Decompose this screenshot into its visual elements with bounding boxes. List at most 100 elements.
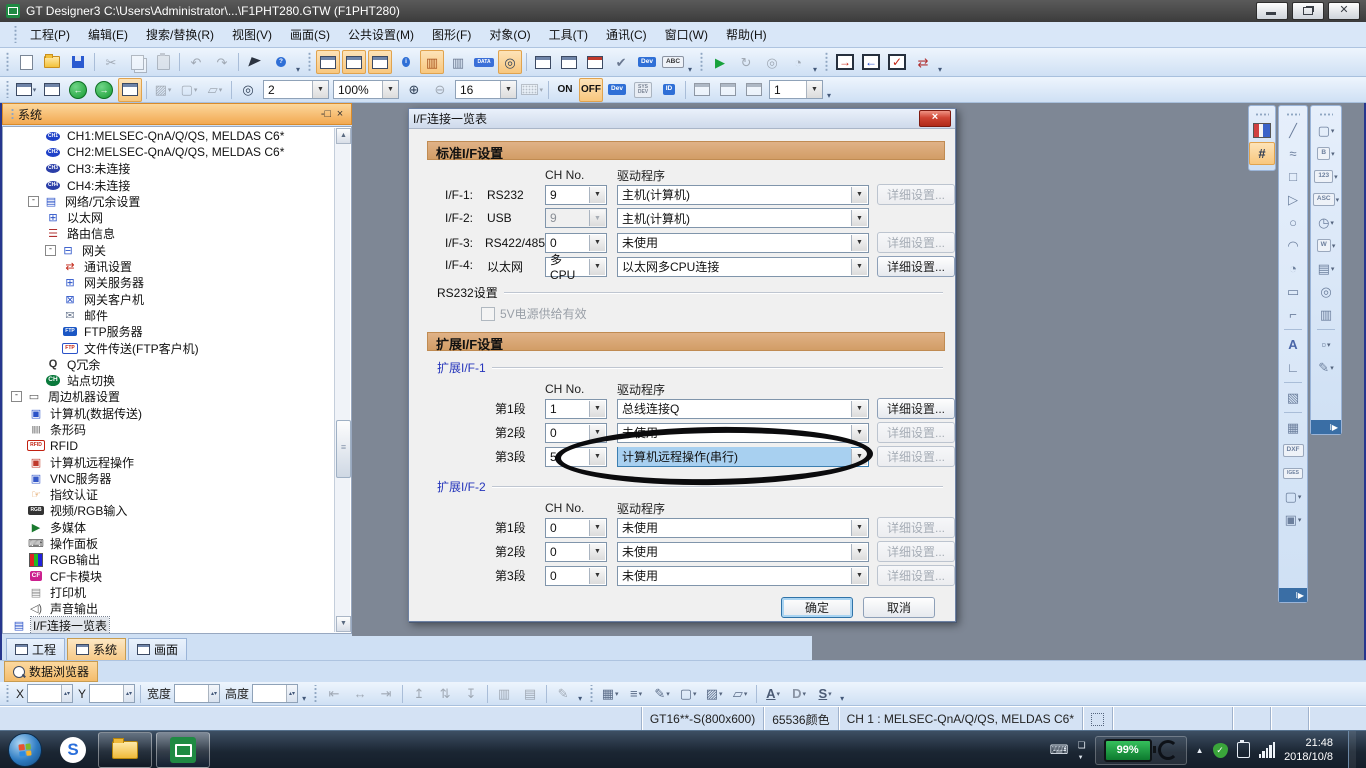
menu-item[interactable]: 画面(S) [281, 25, 339, 45]
toolbar-overflow-icon[interactable]: ▾ [811, 65, 821, 74]
new-project-icon[interactable] [14, 50, 38, 74]
tree-item-routing-info[interactable]: ☰路由信息 [3, 226, 351, 242]
menu-item[interactable]: 通讯(C) [597, 25, 656, 45]
simulator-update-icon[interactable]: ↻ [734, 50, 758, 74]
toolbar-grip[interactable] [699, 52, 704, 72]
layer-select[interactable]: 1▼ [769, 80, 823, 99]
grid-snap-dropdown[interactable]: ▦▾ [598, 682, 622, 706]
tree-item-video-rgb-input[interactable]: RGB视频/RGB输入 [3, 503, 351, 519]
copy-icon[interactable] [125, 50, 149, 74]
scroll-up-icon[interactable]: ▲ [336, 128, 351, 144]
toolbar-overflow-icon[interactable]: ▾ [576, 694, 586, 703]
ext1-stage2-detail-settings-button[interactable]: 详细设置... [877, 422, 955, 443]
dialog-title-bar[interactable]: I/F连接一览表 × [409, 109, 955, 129]
tree-item-comm-settings[interactable]: ⇄通讯设置 [3, 258, 351, 274]
simulator-start-icon[interactable]: ▶ [708, 50, 732, 74]
import-image-icon[interactable]: ▦ [1280, 416, 1306, 439]
new-window-icon[interactable] [531, 50, 555, 74]
if-2-driver-select[interactable]: 主机(计算机)▼ [617, 208, 869, 228]
zoom-select[interactable]: 100%▼ [333, 80, 399, 99]
menu-item[interactable]: 窗口(W) [656, 25, 717, 45]
ext2-stage2-driver-select[interactable]: 未使用▼ [617, 542, 869, 562]
if-4-driver-select[interactable]: 以太网多CPU连接▼ [617, 257, 869, 277]
capture-area-icon[interactable]: ▢▾ [1280, 485, 1306, 508]
alarm-object-icon[interactable]: ▤▾ [1313, 257, 1339, 280]
screen-image-icon[interactable]: ▥ [446, 50, 470, 74]
ext2-stage3-driver-select[interactable]: 未使用▼ [617, 566, 869, 586]
screen-property-window-icon[interactable] [368, 50, 392, 74]
screen-preview-icon[interactable]: ◎ [236, 78, 260, 102]
toolbar-overflow-icon[interactable]: ▾ [825, 91, 835, 100]
screen-number-select[interactable]: 2▼ [263, 80, 329, 99]
close-window-icon[interactable] [583, 50, 607, 74]
menu-item[interactable]: 工具(T) [540, 25, 597, 45]
5v-power-checkbox[interactable] [481, 307, 495, 321]
logo-text-tool-icon[interactable]: ∟ [1280, 356, 1306, 379]
help-icon[interactable]: ? [269, 50, 293, 74]
ext2-stage2-detail-settings-button[interactable]: 详细设置... [877, 541, 955, 562]
tree-item-peripheral-settings[interactable]: -▭周边机器设置 [3, 389, 351, 405]
align-right-icon[interactable]: ⇥ [374, 682, 398, 706]
menu-grip[interactable] [13, 26, 18, 44]
text-tool-icon[interactable]: A [1280, 333, 1306, 356]
tree-item-printer[interactable]: ▤打印机 [3, 584, 351, 600]
undo-icon[interactable]: ↶ [184, 50, 208, 74]
device-display-toggle[interactable]: Dev [605, 78, 629, 102]
window-stack-icon[interactable]: ❏▼ [1078, 740, 1086, 761]
tree-scrollbar[interactable]: ▲ ▼ [334, 128, 350, 632]
ext1-stage2-ch-select[interactable]: 0▼ [545, 423, 607, 443]
cancel-button[interactable]: 取消 [863, 597, 935, 618]
tree-expander-icon[interactable]: - [28, 196, 39, 207]
scroll-thumb[interactable] [336, 420, 351, 478]
sogou-taskbar-icon[interactable]: S [60, 737, 86, 763]
touch-keyboard-icon[interactable]: ⌨ [1050, 742, 1069, 758]
data-browser-tab[interactable]: 数据浏览器 [4, 661, 98, 682]
close-button[interactable]: ✕ [1328, 2, 1360, 20]
polyline-tool-icon[interactable]: ≈ [1280, 142, 1306, 165]
frame-color-dropdown[interactable]: ▢▾ [676, 682, 700, 706]
paint-bucket-dropdown[interactable]: ▱▾ [203, 78, 227, 102]
line-width-dropdown[interactable]: ≡▾ [624, 682, 648, 706]
switch-object-icon[interactable]: ▢▾ [1313, 119, 1339, 142]
tree-item-network-redundancy[interactable]: -▤网络/冗余设置 [3, 193, 351, 209]
show-desktop-button[interactable] [1348, 731, 1356, 768]
lamp-off-toggle[interactable]: OFF [579, 78, 603, 102]
simulator-zoom-icon[interactable]: ◎ [760, 50, 784, 74]
y-position-input[interactable] [89, 684, 135, 703]
panel-tab-画面[interactable]: 画面 [128, 638, 187, 660]
menu-item[interactable]: 搜索/替换(R) [137, 25, 223, 45]
panel-close-icon[interactable]: × [333, 108, 347, 120]
lamp-on-toggle[interactable]: ON [553, 78, 577, 102]
text-check-icon[interactable]: ✔ [609, 50, 633, 74]
tree-item-pc-remote-operation[interactable]: ▣计算机远程操作 [3, 454, 351, 470]
screen-tree-icon[interactable] [316, 50, 340, 74]
start-button[interactable] [8, 733, 42, 767]
panel-tab-工程[interactable]: 工程 [6, 638, 65, 660]
read-from-gt-icon[interactable]: ← [859, 50, 883, 74]
screen-property-icon[interactable] [118, 78, 142, 102]
toolbar-overflow-icon[interactable]: ▾ [300, 694, 310, 703]
layer-front-icon[interactable] [690, 78, 714, 102]
ascii-display-icon[interactable]: ASC▾ [1313, 188, 1339, 211]
new-screen-icon[interactable]: ▾ [14, 78, 38, 102]
ok-button[interactable]: 确定 [781, 597, 853, 618]
text-font-dropdown[interactable]: A▾ [761, 682, 785, 706]
ext1-stage1-driver-select[interactable]: 总线连接Q▼ [617, 399, 869, 419]
tree-item-ch1[interactable]: CH1CH1:MELSEC-QnA/Q/QS, MELDAS C6* [3, 128, 351, 144]
if-1-detail-settings-button[interactable]: 详细设置... [877, 184, 955, 205]
tree-item-ftp-server[interactable]: FTPFTP服务器 [3, 324, 351, 340]
tree-item-fingerprint-auth[interactable]: ☞指纹认证 [3, 487, 351, 503]
width-input[interactable] [174, 684, 220, 703]
tree-item-cf-card-unit[interactable]: CFCF卡模块 [3, 568, 351, 584]
data-browser-icon[interactable]: ◎ [498, 50, 522, 74]
circle-tool-icon[interactable]: ○ [1280, 211, 1306, 234]
tree-item-gateway[interactable]: -⊟网关 [3, 242, 351, 258]
align-middle-icon[interactable]: ⇅ [433, 682, 457, 706]
align-bottom-icon[interactable]: ↧ [459, 682, 483, 706]
scale-tool-icon[interactable]: ▭ [1280, 280, 1306, 303]
panel-tab-系统[interactable]: 系统 [67, 638, 126, 660]
ext1-stage1-ch-select[interactable]: 1▼ [545, 399, 607, 419]
toolbar-grip[interactable] [824, 52, 829, 72]
align-top-icon[interactable]: ↥ [407, 682, 431, 706]
verify-icon[interactable]: ✓ [885, 50, 909, 74]
